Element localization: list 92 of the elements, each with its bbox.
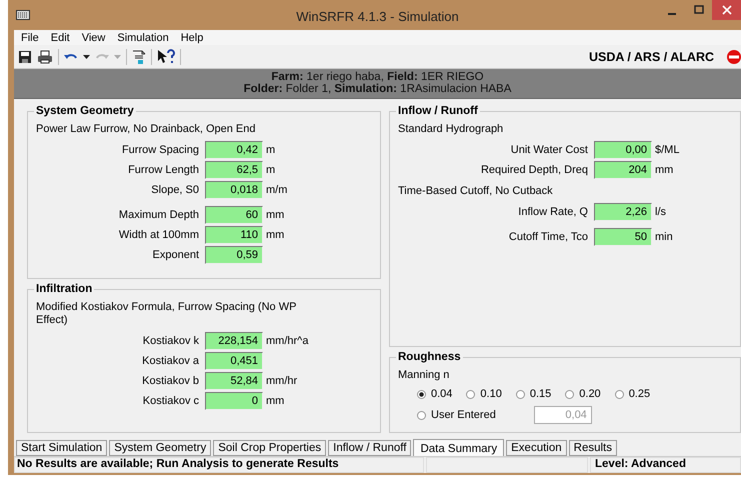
caret-icon[interactable] [83, 54, 90, 58]
input-field[interactable]: 52,84 [205, 372, 263, 390]
field-label: Exponent [152, 248, 200, 260]
menu-item[interactable]: Help [180, 32, 204, 44]
field-label: Kostiakov b [141, 374, 200, 386]
input-field[interactable]: 204 [594, 160, 652, 178]
unit-label: mm [655, 164, 674, 176]
field-label: Kostiakov c [142, 394, 200, 406]
unit-label: m/m [266, 184, 288, 196]
group-title: Infiltration [35, 283, 94, 295]
option-label: 0.10 [480, 388, 502, 400]
description-text: Modified Kostiakov Formula, Furrow Spacing (No WP Effect) [36, 301, 298, 327]
minimize-icon [668, 12, 676, 14]
simulation-info: Folder: Folder 1, Simulation: 1RAsimulacion HABA [242, 83, 512, 95]
unit-label: m [266, 164, 276, 176]
input-field[interactable]: 228,154 [205, 332, 263, 350]
unit-label: mm/hr^a [266, 334, 308, 346]
field-label: Maximum Depth [118, 208, 200, 220]
close-icon [722, 5, 732, 15]
description-text: Manning n [398, 369, 450, 382]
field-label: Required Depth, Dreq [480, 164, 589, 176]
unit-label: l/s [655, 206, 666, 218]
organization-label: USDA / ARS / ALARC [589, 50, 714, 64]
unit-label: mm/hr [266, 374, 298, 386]
field-label: Furrow Length [127, 164, 200, 176]
radio-button[interactable] [516, 390, 525, 398]
input-field[interactable]: 0,018 [205, 180, 263, 198]
caret-icon [114, 54, 121, 58]
radio-button[interactable] [614, 390, 624, 398]
help-pointer-icon[interactable] [157, 49, 175, 64]
unit-label: m [266, 144, 276, 156]
description-text: Power Law Furrow, No Drainback, Open End [36, 123, 256, 136]
simulation-info: Farm: 1er riego haba, Field: 1ER RIEGO [270, 71, 485, 83]
tab[interactable]: Start Simulation [16, 440, 108, 456]
menu-item[interactable]: File [21, 32, 39, 44]
option-label: 0.04 [431, 388, 452, 400]
run-icon[interactable] [132, 48, 146, 64]
input-field[interactable]: 0 [205, 392, 263, 410]
input-field[interactable]: 0,42 [205, 140, 263, 158]
unit-label: mm [266, 228, 284, 240]
unit-label: mm [266, 394, 284, 406]
maximize-icon [694, 5, 704, 15]
input-field[interactable]: 0,451 [205, 352, 263, 370]
tab[interactable]: System Geometry [109, 440, 212, 456]
menu-item[interactable]: Edit [50, 32, 70, 44]
window-title: WinSRFR 4.1.3 - Simulation [296, 9, 459, 24]
field-label: Inflow Rate, Q [517, 206, 589, 218]
option-label: 0.25 [628, 388, 650, 400]
tab[interactable]: Execution [506, 440, 567, 456]
unit-label: min [655, 230, 673, 242]
input-field[interactable]: 0,59 [205, 246, 263, 264]
tab[interactable]: Soil Crop Properties [213, 440, 326, 456]
redo-icon [95, 52, 109, 62]
field-label: Furrow Spacing [120, 144, 200, 156]
field-label: Kostiakov k [142, 334, 200, 346]
status-level: Level: Advanced [590, 457, 741, 473]
unit-label: mm [266, 208, 284, 220]
field-label: Width at 100mm [118, 228, 200, 240]
close-button[interactable] [712, 0, 741, 20]
tab[interactable]: Data Summary [413, 439, 504, 456]
option-label: 0.15 [530, 388, 552, 400]
keyboard-icon [16, 10, 30, 20]
radio-button[interactable] [417, 390, 426, 398]
input-field[interactable]: 50 [594, 228, 652, 246]
radio-button[interactable] [466, 390, 476, 398]
undo-icon[interactable] [64, 52, 78, 62]
input-field[interactable]: 60 [205, 206, 263, 224]
field-label: Unit Water Cost [510, 144, 589, 156]
unit-label: $/ML [655, 144, 680, 156]
group-title: Inflow / Runoff [397, 105, 479, 117]
field-label: Slope, S0 [150, 184, 200, 196]
save-icon[interactable] [18, 50, 32, 64]
field-label: Cutoff Time, Tco [508, 230, 589, 242]
group-title: Roughness [397, 351, 462, 363]
input-field[interactable]: 0,00 [594, 140, 652, 158]
print-icon[interactable] [37, 50, 53, 64]
tab[interactable]: Results [568, 440, 617, 456]
input-field[interactable]: 62,5 [205, 160, 263, 178]
option-label: User Entered [431, 409, 496, 421]
description-text: Standard Hydrograph [398, 123, 504, 136]
input-field[interactable]: 2,26 [594, 202, 652, 220]
field-label: Kostiakov a [141, 354, 200, 366]
group-title: System Geometry [35, 105, 135, 117]
menu-item[interactable]: View [82, 32, 106, 44]
description-text: Time-Based Cutoff, No Cutback [398, 185, 554, 198]
stop-icon[interactable] [727, 50, 741, 64]
option-label: 0.20 [579, 388, 601, 400]
menu-item[interactable]: Simulation [117, 32, 169, 44]
radio-button[interactable] [565, 390, 574, 398]
tab[interactable]: Inflow / Runoff [328, 440, 412, 456]
status-message: No Results are available; Run Analysis to generate Results [14, 457, 424, 473]
input-field[interactable]: 110 [205, 226, 263, 244]
